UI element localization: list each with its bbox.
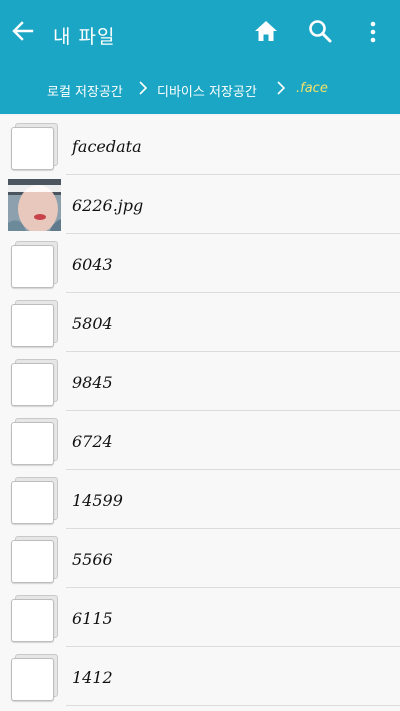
folder-icon (11, 536, 58, 583)
file-name: 6226.jpg (72, 196, 144, 215)
folder-icon (11, 123, 58, 170)
file-list: facedata 6226.jpg 6043 5804 9845 6724 14… (0, 116, 400, 711)
folder-icon (11, 595, 58, 642)
chevron-right-icon (139, 81, 148, 95)
app-bar: 내 파일 로컬 저장공간 디바이스 저장공간 .face (0, 0, 400, 114)
file-name: 6043 (72, 255, 113, 274)
file-name: 14599 (72, 491, 123, 510)
list-item[interactable]: 1412 (0, 647, 400, 706)
folder-icon (11, 477, 58, 524)
folder-icon (11, 359, 58, 406)
folder-icon (11, 418, 58, 465)
list-item[interactable]: 9845 (0, 352, 400, 411)
file-name: 6115 (72, 609, 113, 628)
image-thumbnail (8, 179, 61, 231)
list-item[interactable]: facedata (0, 116, 400, 175)
file-name: 6724 (72, 432, 113, 451)
folder-icon (11, 654, 58, 701)
more-vert-icon (370, 21, 376, 43)
back-button[interactable] (8, 16, 38, 46)
toolbar: 내 파일 (0, 0, 400, 64)
arrow-back-icon (12, 21, 34, 41)
search-icon (309, 20, 332, 43)
file-name: 1412 (72, 668, 113, 687)
more-options-button[interactable] (362, 17, 384, 47)
breadcrumb-item-device-storage[interactable]: 디바이스 저장공간 (157, 81, 257, 100)
list-item[interactable]: 6724 (0, 411, 400, 470)
folder-icon (11, 241, 58, 288)
divider (66, 705, 400, 706)
home-button[interactable] (252, 17, 280, 45)
list-item[interactable]: 14599 (0, 470, 400, 529)
file-name: 9845 (72, 373, 113, 392)
list-item[interactable]: 6043 (0, 234, 400, 293)
file-name: facedata (72, 137, 142, 156)
file-name: 5804 (72, 314, 113, 333)
search-button[interactable] (306, 17, 334, 45)
breadcrumb-item-local-storage[interactable]: 로컬 저장공간 (47, 81, 123, 100)
breadcrumb: 로컬 저장공간 디바이스 저장공간 .face (0, 74, 400, 106)
chevron-right-icon (277, 81, 286, 95)
file-name: 5566 (72, 550, 113, 569)
list-item[interactable]: 5804 (0, 293, 400, 352)
folder-icon (11, 300, 58, 347)
list-item[interactable]: 5566 (0, 529, 400, 588)
breadcrumb-item-current[interactable]: .face (296, 81, 328, 96)
home-icon (255, 21, 277, 41)
list-item[interactable]: 6226.jpg (0, 175, 400, 234)
list-item[interactable]: 6115 (0, 588, 400, 647)
page-title: 내 파일 (53, 26, 116, 48)
